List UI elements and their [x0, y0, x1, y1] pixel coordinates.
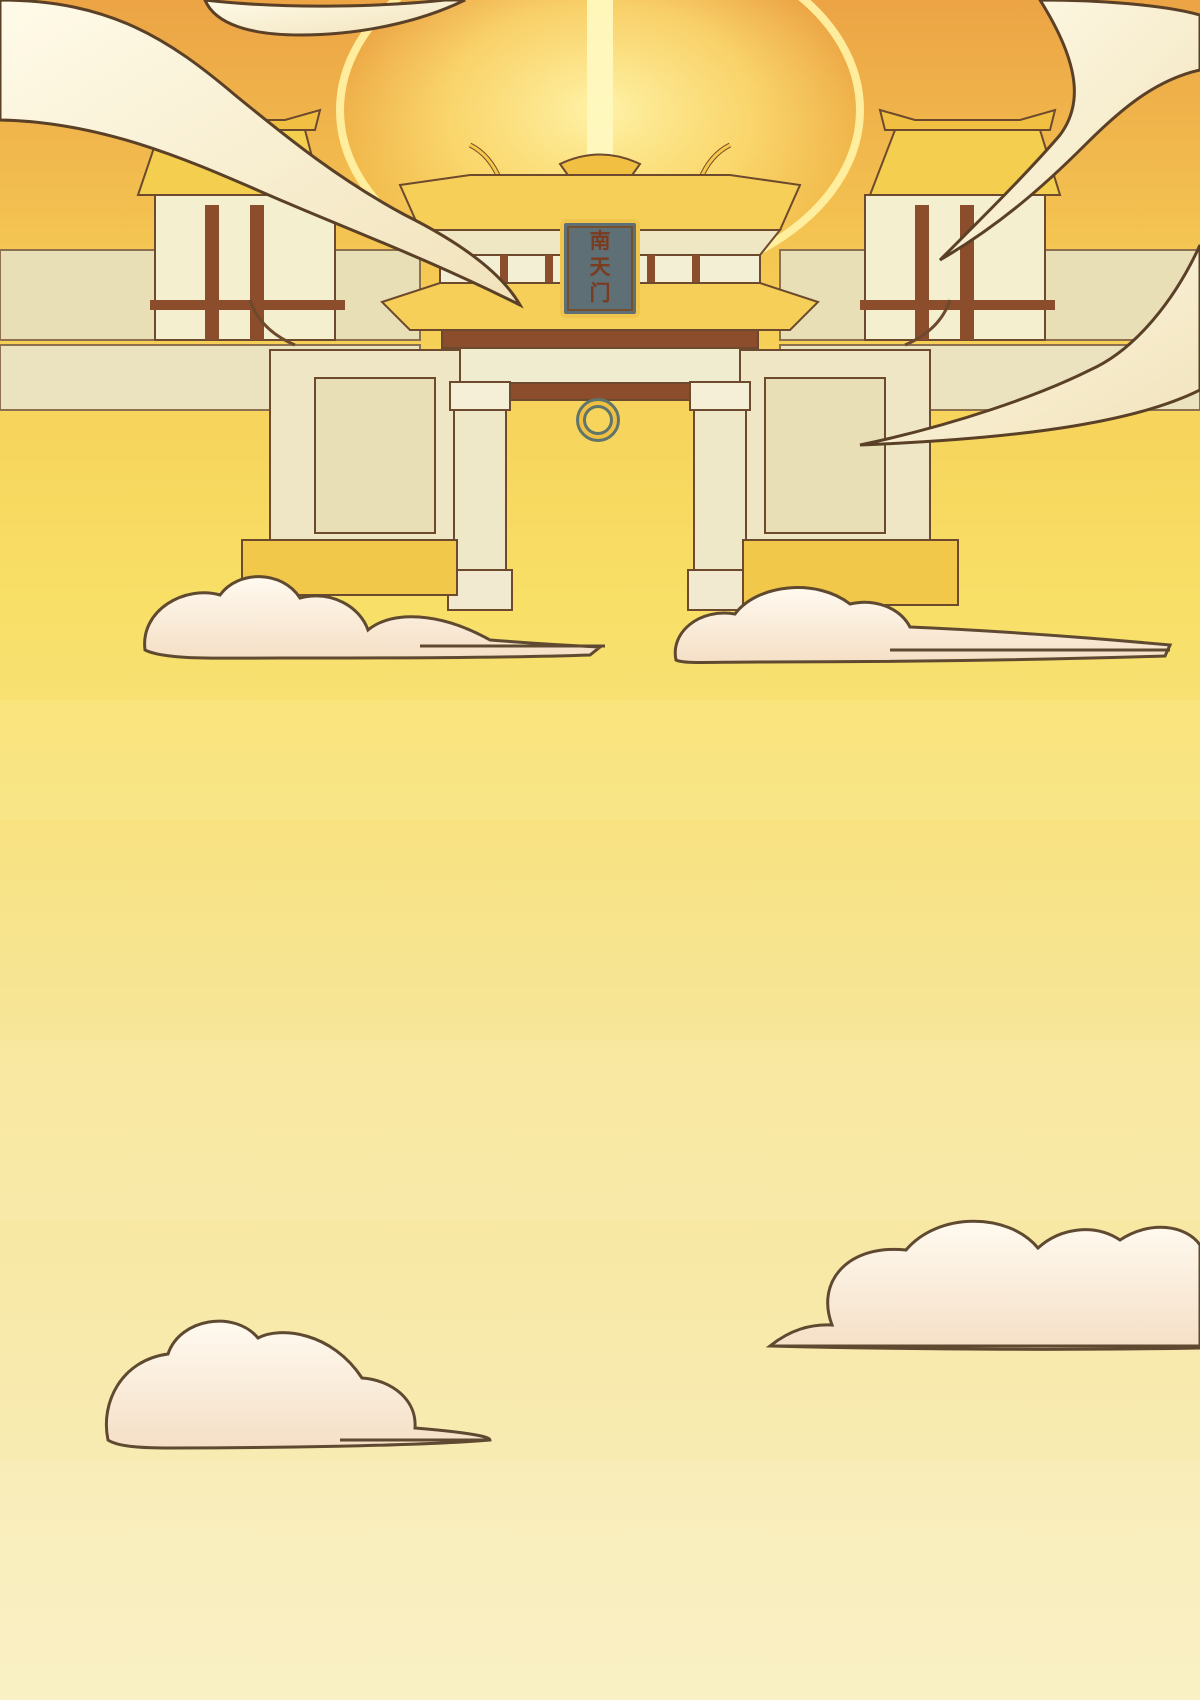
light-beam: [587, 0, 613, 160]
right-pavilion: [860, 108, 1062, 341]
heavenly-gate-illustration: 南 天 门: [0, 0, 1200, 1700]
haze-band-3: [0, 1460, 1200, 1700]
game-scene: 南 天 门: [0, 0, 1200, 1700]
gate-plaque-char-1: 南: [590, 229, 611, 253]
gate-plaque-char-3: 门: [590, 281, 611, 305]
gate-plaque-char-2: 天: [590, 255, 612, 279]
haze-band-2: [0, 1040, 1200, 1220]
haze-band-1: [0, 700, 1200, 820]
